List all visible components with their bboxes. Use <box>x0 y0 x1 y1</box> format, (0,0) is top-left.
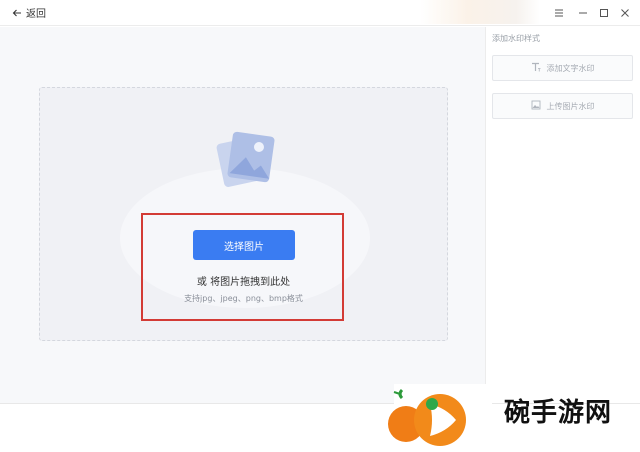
watermark-text: 碗手游网 <box>504 398 613 428</box>
image-icon <box>531 100 541 112</box>
sidebar-title: 添加水印样式 <box>492 34 540 43</box>
drag-hint-text: 或 将图片拖拽到此处 <box>196 277 291 288</box>
blurred-header-area <box>420 0 540 24</box>
back-arrow-icon <box>12 8 22 18</box>
upload-image-watermark-button[interactable]: 上传图片水印 <box>492 93 633 119</box>
add-text-watermark-label: 添加文字水印 <box>546 63 595 73</box>
image-drop-zone[interactable]: 选择图片 或 将图片拖拽到此处 支持jpg、jpeg、png、bmp格式 <box>39 87 448 341</box>
supported-formats-text: 支持jpg、jpeg、png、bmp格式 <box>184 294 303 303</box>
back-button[interactable]: 返回 <box>12 5 46 20</box>
minimize-icon[interactable] <box>575 5 591 21</box>
image-placeholder-icon <box>214 126 280 196</box>
upload-image-watermark-label: 上传图片水印 <box>546 101 595 111</box>
main-panel: 选择图片 或 将图片拖拽到此处 支持jpg、jpeg、png、bmp格式 <box>0 27 486 403</box>
close-icon[interactable] <box>617 5 633 21</box>
orange-play-logo-icon <box>388 384 492 448</box>
menu-icon[interactable] <box>551 5 567 21</box>
select-image-button[interactable]: 选择图片 <box>193 230 295 260</box>
title-bar: 返回 <box>0 0 640 26</box>
back-label: 返回 <box>26 9 46 20</box>
add-text-watermark-button[interactable]: 添加文字水印 <box>492 55 633 81</box>
maximize-icon[interactable] <box>596 5 612 21</box>
text-icon <box>531 62 541 74</box>
